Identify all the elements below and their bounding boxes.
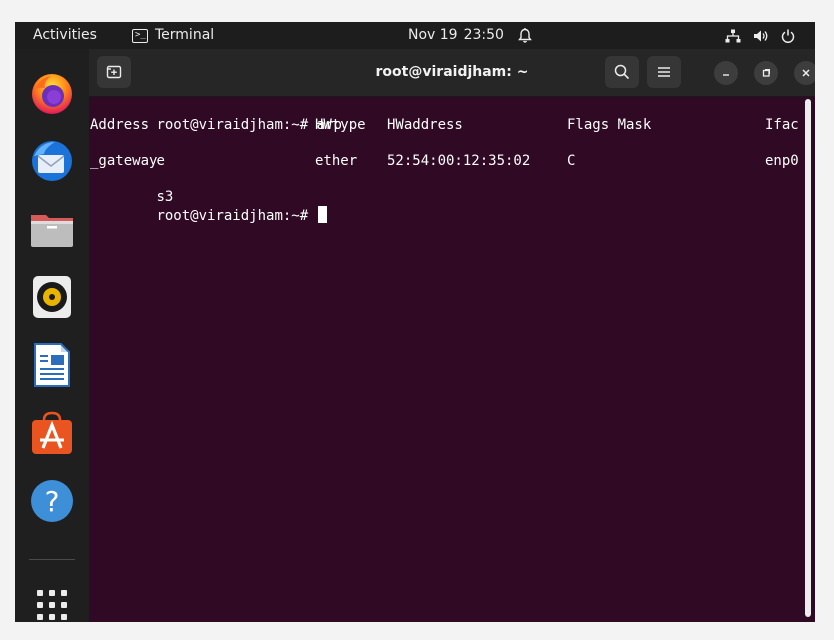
document-icon xyxy=(34,343,70,387)
terminal-window: root@viraidjham: ~ root@viraidjham:~# ar… xyxy=(89,49,815,622)
close-icon xyxy=(802,69,810,77)
header-hwtype: HWtype xyxy=(315,117,366,133)
search-button[interactable] xyxy=(605,56,639,88)
restore-icon xyxy=(762,69,770,77)
dock-item-firefox[interactable] xyxy=(27,68,77,118)
arp-entry-row: _gateway ether 52:54:00:12:35:02 C enp0 xyxy=(89,152,805,170)
bell-icon xyxy=(518,27,532,43)
thunderbird-icon xyxy=(32,141,72,181)
close-button[interactable] xyxy=(794,61,815,85)
arp-header-row: Address HWtype HWaddress Flags Mask Ifac xyxy=(89,116,805,134)
command-line: root@viraidjham:~# arp xyxy=(89,98,341,133)
search-icon xyxy=(614,64,630,80)
entry-address: _gateway xyxy=(90,153,158,169)
minimize-button[interactable] xyxy=(714,61,738,85)
new-tab-icon xyxy=(106,65,122,79)
entry-flags: C xyxy=(567,153,576,169)
entry-hwaddress: 52:54:00:12:35:02 xyxy=(387,153,531,169)
header-iface: Ifac xyxy=(765,117,799,133)
dock-item-help[interactable]: ? xyxy=(27,476,77,526)
dock-item-thunderbird[interactable] xyxy=(27,136,77,186)
speaker-icon xyxy=(33,276,71,318)
dock: ? xyxy=(15,49,89,622)
terminal-app-icon: >_ xyxy=(132,28,148,43)
minimize-icon xyxy=(723,74,729,76)
header-hwaddress: HWaddress xyxy=(387,117,463,133)
prompt: root@viraidjham:~# xyxy=(156,208,309,224)
date-label: Nov 19 xyxy=(408,27,458,43)
dock-item-files[interactable] xyxy=(27,204,77,254)
network-wired-icon xyxy=(725,29,741,42)
desktop: Activities >_ Terminal Nov 19 23:50 ? ro… xyxy=(15,22,815,622)
power-icon xyxy=(781,29,795,43)
menu-button[interactable] xyxy=(647,56,681,88)
terminal-output[interactable]: root@viraidjham:~# arp Address HWtype HW… xyxy=(89,97,805,622)
activities-button[interactable]: Activities xyxy=(33,22,97,49)
current-prompt-line: root@viraidjham:~# xyxy=(89,188,327,224)
system-menu[interactable] xyxy=(725,22,795,49)
terminal-header-bar: root@viraidjham: ~ xyxy=(89,49,815,97)
dock-item-show-applications[interactable] xyxy=(27,580,77,622)
activities-label: Activities xyxy=(33,27,97,43)
dock-item-writer[interactable] xyxy=(27,340,77,390)
dock-item-ubuntu-software[interactable] xyxy=(27,408,77,458)
maximize-button[interactable] xyxy=(754,61,778,85)
app-menu[interactable]: >_ Terminal xyxy=(132,22,214,49)
new-tab-button[interactable] xyxy=(97,56,131,88)
window-title: root@viraidjham: ~ xyxy=(375,64,529,80)
text-cursor xyxy=(317,206,327,223)
firefox-icon xyxy=(32,74,72,114)
volume-icon xyxy=(754,30,768,41)
app-name-label: Terminal xyxy=(155,27,215,43)
svg-text:?: ? xyxy=(45,485,60,518)
top-bar: Activities >_ Terminal Nov 19 23:50 xyxy=(15,22,815,49)
header-flags-mask: Flags Mask xyxy=(567,117,652,133)
time-label: 23:50 xyxy=(463,27,504,43)
help-icon: ? xyxy=(31,480,73,522)
shopping-bag-icon xyxy=(32,411,72,454)
scrollbar[interactable] xyxy=(805,99,811,617)
header-address: Address xyxy=(90,117,150,133)
hamburger-icon xyxy=(658,67,670,77)
entry-wrap-line: s3 xyxy=(89,170,173,205)
app-grid-icon xyxy=(37,590,67,620)
dock-item-rhythmbox[interactable] xyxy=(27,272,77,322)
header-wrap-line: e xyxy=(89,134,164,169)
folder-icon xyxy=(31,215,73,247)
entry-iface: enp0 xyxy=(765,153,799,169)
clock[interactable]: Nov 19 23:50 xyxy=(408,22,532,49)
entry-hwtype: ether xyxy=(315,153,358,169)
dock-separator xyxy=(29,559,75,560)
